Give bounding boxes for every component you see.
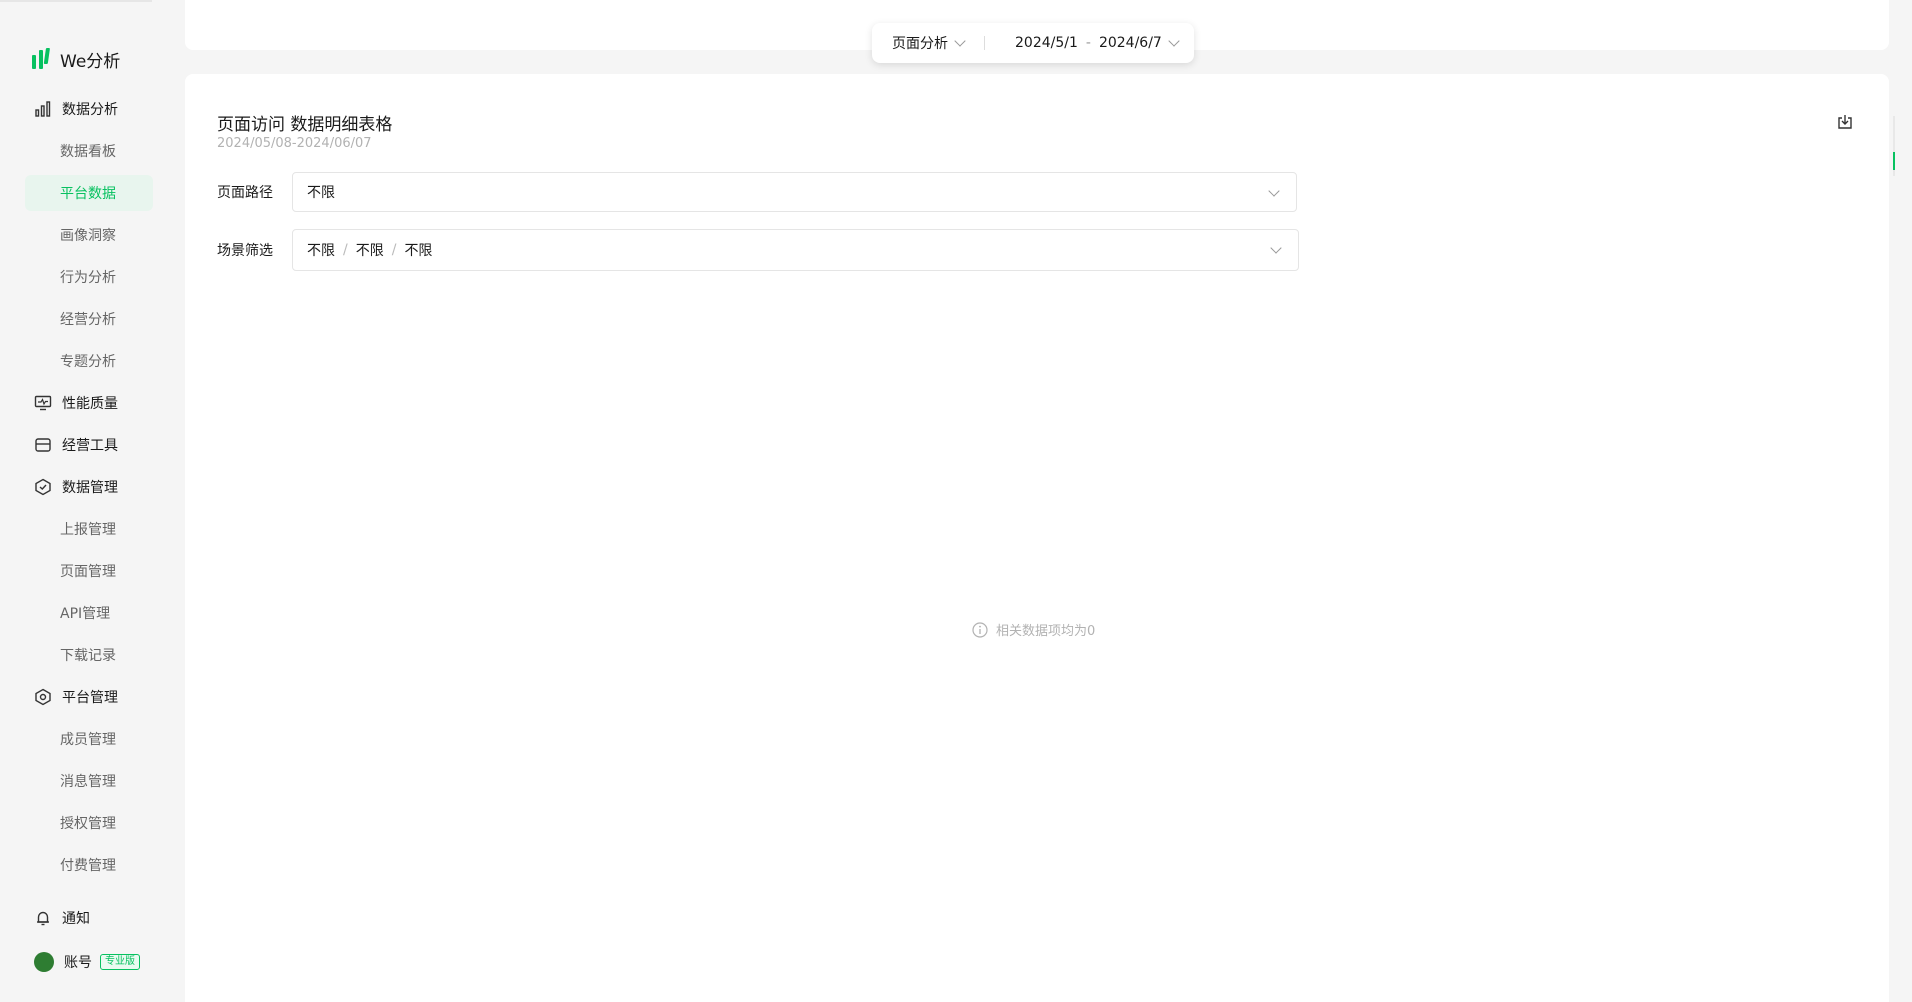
scene-separator: / [391, 242, 397, 258]
sidebar-group-label: 数据分析 [62, 102, 118, 118]
app-root: We分析 数据分析 数据看板 平台数据 画像洞察 行为分析 经营分析 专题分析 … [0, 0, 1912, 1002]
sidebar-item-message-management[interactable]: 消息管理 [0, 760, 185, 802]
scrollbar-thumb[interactable] [1893, 152, 1895, 170]
chevron-down-icon [1270, 242, 1282, 254]
sidebar-item-label: API管理 [60, 606, 111, 622]
notification-label: 通知 [62, 911, 90, 927]
sidebar-group-platform-management[interactable]: 平台管理 [0, 676, 185, 718]
sidebar-group-performance[interactable]: 性能质量 [0, 382, 185, 424]
page-title: 页面访问 数据明细表格 [217, 115, 393, 135]
sidebar-item-label: 上报管理 [60, 522, 116, 538]
scene-value-2: 不限 [355, 243, 384, 259]
page-type-dropdown[interactable]: 页面分析 [872, 33, 984, 53]
date-range-label: 2024/05/08-2024/06/07 [217, 136, 372, 151]
sidebar-item-member-management[interactable]: 成员管理 [0, 718, 185, 760]
date-separator: - [1085, 35, 1091, 51]
sidebar-nav: 数据分析 数据看板 平台数据 画像洞察 行为分析 经营分析 专题分析 性能质量 … [0, 88, 185, 886]
avatar [34, 952, 54, 972]
sidebar-item-business-analysis[interactable]: 经营分析 [0, 298, 185, 340]
sidebar-item-api-management[interactable]: API管理 [0, 592, 185, 634]
export-icon[interactable] [1836, 113, 1854, 131]
sidebar-item-page-management[interactable]: 页面管理 [0, 550, 185, 592]
bell-icon [34, 909, 52, 927]
logo-text: We分析 [60, 51, 121, 72]
account-button[interactable]: 账号 专业版 [0, 940, 185, 984]
sidebar-item-behavior-analysis[interactable]: 行为分析 [0, 256, 185, 298]
sidebar-group-label: 经营工具 [62, 438, 118, 454]
page-path-row: 页面路径 不限 [217, 172, 1297, 212]
chevron-down-icon [954, 35, 966, 47]
bar-chart-icon [34, 100, 52, 118]
page-type-value: 页面分析 [892, 36, 948, 52]
hexagon-settings-icon [34, 688, 52, 706]
scene-separator: / [343, 242, 348, 258]
scene-value-1: 不限 [307, 243, 335, 259]
sidebar-group-label: 性能质量 [62, 396, 118, 412]
date-range-picker[interactable]: 2024/5/1 - 2024/6/7 [999, 35, 1180, 51]
sidebar-group-data-analysis[interactable]: 数据分析 [0, 88, 185, 130]
sidebar-item-label: 消息管理 [60, 774, 116, 790]
sidebar-item-report-management[interactable]: 上报管理 [0, 508, 185, 550]
sidebar-group-data-management[interactable]: 数据管理 [0, 466, 185, 508]
empty-state: 相关数据项均为0 [972, 620, 1095, 639]
sidebar-item-label: 页面管理 [60, 564, 116, 580]
pro-plan-badge: 专业版 [100, 954, 140, 970]
sidebar-item-label: 数据看板 [60, 144, 116, 160]
sidebar-item-platform-data[interactable]: 平台数据 [0, 172, 185, 214]
sidebar-item-label: 经营分析 [60, 312, 116, 328]
scene-filter-label: 场景筛选 [217, 243, 273, 259]
sidebar-item-portrait-insight[interactable]: 画像洞察 [0, 214, 185, 256]
detail-table-card: 页面访问 数据明细表格 2024/05/08-2024/06/07 页面路径 不… [185, 74, 1889, 1002]
sidebar-group-business-tools[interactable]: 经营工具 [0, 424, 185, 466]
page-path-label: 页面路径 [217, 185, 273, 201]
sidebar-top-divider [0, 0, 152, 2]
page-path-select[interactable]: 不限 [292, 172, 1297, 212]
logo[interactable]: We分析 [32, 47, 121, 72]
scene-filter-select[interactable]: 不限 / 不限 / 不限 [292, 229, 1299, 271]
sidebar-item-dashboard[interactable]: 数据看板 [0, 130, 185, 172]
sidebar-item-label: 下载记录 [60, 648, 116, 664]
page-path-value: 不限 [307, 185, 335, 201]
sidebar-item-download-records[interactable]: 下载记录 [0, 634, 185, 676]
chevron-down-icon [1268, 185, 1280, 197]
notification-button[interactable]: 通知 [0, 896, 185, 940]
sidebar: We分析 数据分析 数据看板 平台数据 画像洞察 行为分析 经营分析 专题分析 … [0, 0, 185, 1002]
filter-divider [984, 36, 985, 50]
sidebar-bottom: 通知 账号 专业版 [0, 896, 185, 984]
sidebar-item-label: 画像洞察 [60, 228, 116, 244]
empty-state-text: 相关数据项均为0 [996, 624, 1096, 639]
sidebar-group-label: 平台管理 [62, 690, 118, 706]
sidebar-item-billing-management[interactable]: 付费管理 [0, 844, 185, 886]
chevron-down-icon [1168, 35, 1180, 47]
scene-value-3: 不限 [404, 243, 433, 259]
sidebar-item-label: 付费管理 [60, 858, 116, 874]
date-end: 2024/6/7 [1098, 35, 1162, 51]
cube-check-icon [34, 478, 52, 496]
store-icon [34, 436, 52, 454]
we-analysis-logo-icon [32, 48, 50, 69]
sidebar-item-topic-analysis[interactable]: 专题分析 [0, 340, 185, 382]
scene-filter-row: 场景筛选 不限 / 不限 / 不限 [217, 229, 1299, 271]
date-start: 2024/5/1 [1015, 35, 1078, 51]
account-label: 账号 [64, 955, 92, 971]
monitor-icon [34, 394, 52, 412]
sidebar-item-auth-management[interactable]: 授权管理 [0, 802, 185, 844]
sidebar-group-label: 数据管理 [62, 480, 118, 496]
sidebar-item-label: 授权管理 [60, 816, 116, 832]
info-icon [972, 621, 988, 638]
top-filter-bar: 页面分析 2024/5/1 - 2024/6/7 [872, 23, 1194, 63]
sidebar-item-label: 成员管理 [60, 732, 116, 748]
sidebar-item-label: 平台数据 [60, 186, 116, 202]
sidebar-item-label: 行为分析 [60, 270, 116, 286]
sidebar-item-label: 专题分析 [60, 354, 116, 370]
